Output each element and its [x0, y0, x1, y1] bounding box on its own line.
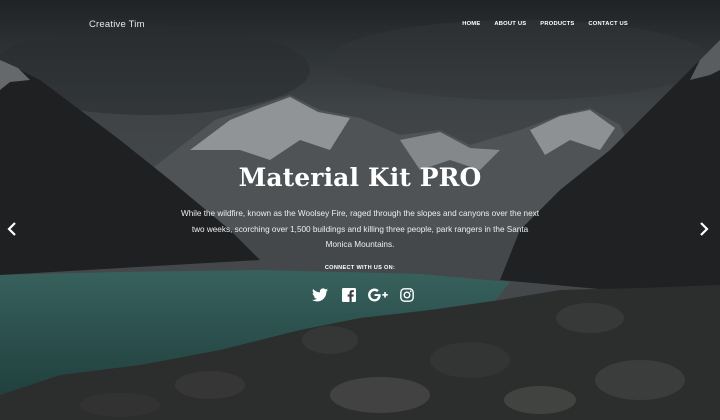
- hero-header: Creative Tim HOME ABOUT US PRODUCTS CONT…: [0, 0, 720, 420]
- google-plus-button[interactable]: [363, 285, 392, 305]
- chevron-left-icon: [7, 222, 16, 236]
- carousel-next-button[interactable]: [696, 221, 710, 237]
- facebook-icon: [341, 288, 356, 302]
- instagram-icon: [399, 288, 414, 302]
- facebook-button[interactable]: [334, 285, 363, 305]
- social-links: [305, 285, 421, 305]
- connect-label: CONNECT WITH US ON:: [324, 265, 396, 271]
- carousel-prev-button[interactable]: [6, 221, 20, 237]
- hero-title: Material Kit PRO: [238, 163, 482, 192]
- twitter-icon: [311, 288, 328, 302]
- google-plus-icon: [367, 288, 388, 302]
- chevron-right-icon: [700, 222, 709, 236]
- nav-link-contact-us[interactable]: CONTACT US: [588, 21, 628, 27]
- navbar: Creative Tim HOME ABOUT US PRODUCTS CONT…: [0, 0, 720, 50]
- nav-menu: HOME ABOUT US PRODUCTS CONTACT US: [448, 21, 628, 27]
- nav-link-products[interactable]: PRODUCTS: [540, 21, 574, 27]
- hero-description: While the wildfire, known as the Woolsey…: [180, 209, 540, 249]
- instagram-button[interactable]: [392, 285, 421, 305]
- brand-logo[interactable]: Creative Tim: [89, 19, 145, 30]
- nav-link-home[interactable]: HOME: [462, 21, 480, 27]
- nav-link-about-us[interactable]: ABOUT US: [494, 21, 526, 27]
- twitter-button[interactable]: [305, 285, 334, 305]
